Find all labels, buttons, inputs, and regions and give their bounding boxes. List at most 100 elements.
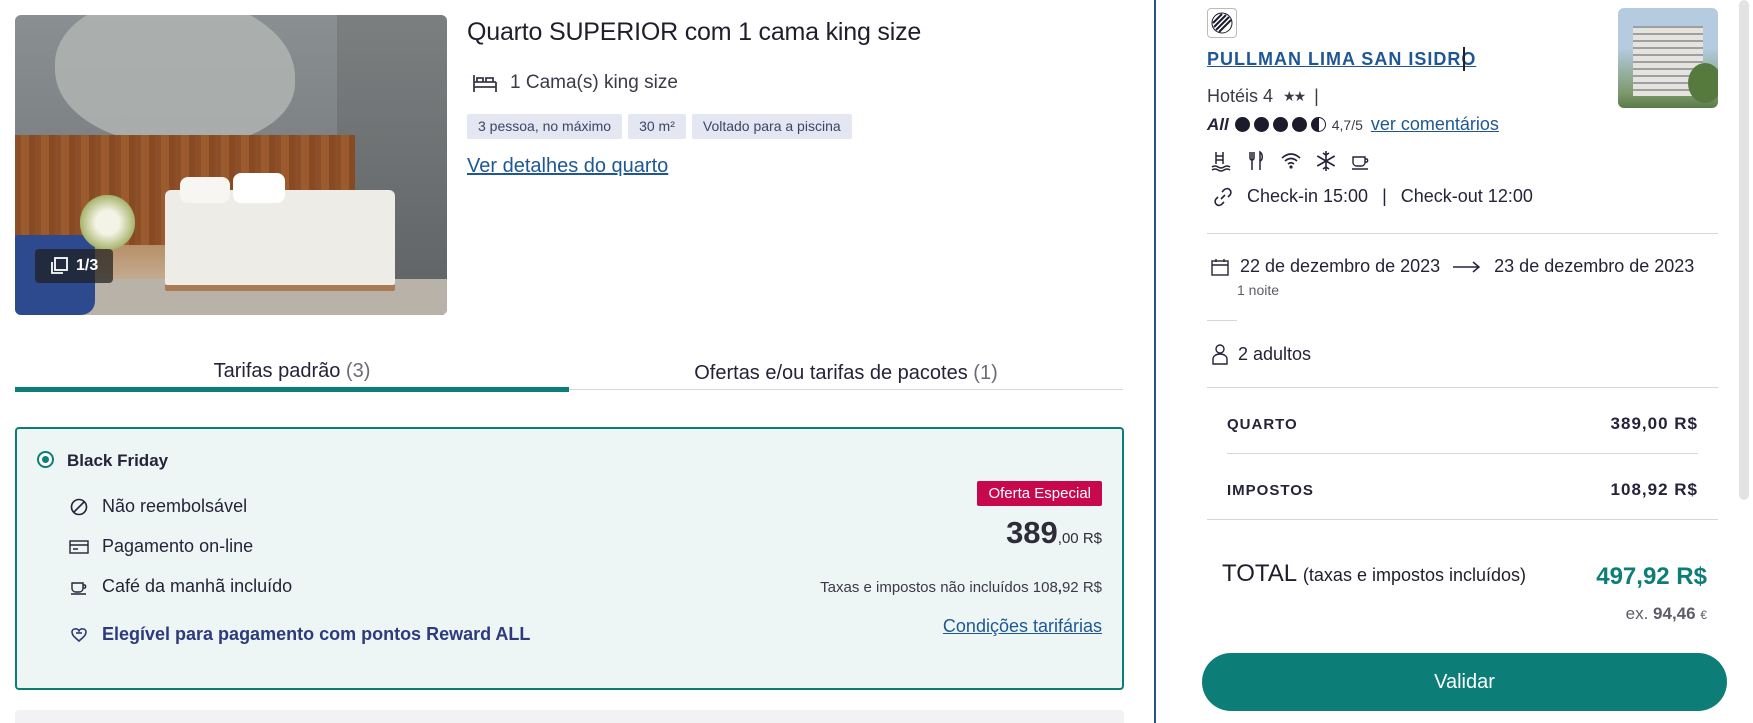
column-divider <box>1154 0 1156 723</box>
divider <box>1207 387 1718 388</box>
excl-currency: € <box>1700 608 1707 622</box>
rating-dot-icon <box>1272 117 1288 132</box>
tab-standard-count: (3) <box>345 360 371 382</box>
room-line-label: QUARTO <box>1227 416 1298 433</box>
arrow-right-icon <box>1453 260 1481 273</box>
photo-pillow <box>180 177 230 203</box>
rate-name: Black Friday <box>67 451 169 470</box>
rating-dot-icon <box>1234 117 1250 132</box>
total-label-text: TOTAL <box>1222 560 1297 587</box>
checkin-time: Check-in 15:00 <box>1247 186 1369 206</box>
rating-half-dot-icon <box>1310 117 1326 132</box>
divider <box>1227 453 1698 454</box>
condition-text: Não reembolsável <box>102 496 248 516</box>
hotel-rating: All 4,7/5 ver comentários <box>1207 114 1499 135</box>
divider <box>1207 320 1237 321</box>
reward-text: Elegível para pagamento com pontos Rewar… <box>102 624 531 644</box>
total-value: 497,92 R$ <box>1596 563 1707 590</box>
reward-icon <box>71 627 87 642</box>
breakfast-icon <box>71 581 87 595</box>
room-tag-view: Voltado para a piscina <box>691 114 852 139</box>
special-offer-badge: Oferta Especial <box>977 481 1102 506</box>
room-line-value: 389,00 R$ <box>1610 414 1698 433</box>
rating-score: 4,7/5 <box>1331 116 1363 133</box>
checkin-checkout: Check-in 15:00 | Check-out 12:00 <box>1213 186 1533 207</box>
photo-flowers <box>80 195 135 250</box>
rate-price: 389,00 R$ <box>1006 515 1102 551</box>
link-icon <box>1214 187 1232 206</box>
hotel-category-text: Hotéis 4 <box>1207 86 1274 106</box>
next-rate-card[interactable] <box>15 710 1124 723</box>
excl-value: ex. 94,46 € <box>1626 604 1707 624</box>
validate-button[interactable]: Validar <box>1202 653 1727 711</box>
hotel-amenities <box>1210 150 1372 172</box>
air-conditioning-icon <box>1316 151 1336 171</box>
nights-count: 1 noite <box>1237 282 1280 298</box>
tab-package-offers[interactable]: Ofertas e/ou tarifas de pacotes (1) <box>569 350 1123 390</box>
room-tag-capacity: 3 pessoa, no máximo <box>467 114 623 139</box>
all-brand-logo: All <box>1207 114 1229 134</box>
rate-radio[interactable] <box>37 451 54 468</box>
photo-counter-text: 1/3 <box>76 257 99 274</box>
guests: 2 adultos <box>1210 343 1311 365</box>
hotel-brand-logo <box>1207 8 1237 38</box>
tab-offers-label: Ofertas e/ou tarifas de pacotes <box>694 362 968 384</box>
tab-standard-rates[interactable]: Tarifas padrão (3) <box>15 348 569 392</box>
gallery-icon <box>51 257 68 274</box>
sidebar-scrollbar[interactable] <box>1739 0 1749 500</box>
hotel-category-separator: | <box>1314 86 1319 106</box>
tab-standard-label: Tarifas padrão <box>213 360 341 382</box>
divider <box>1207 519 1718 520</box>
taxes-line-value: 108,92 R$ <box>1610 480 1698 499</box>
credit-card-icon <box>69 539 89 554</box>
rating-dot-icon <box>1291 117 1307 132</box>
checkin-separator: | <box>1382 186 1387 206</box>
condition-non-refundable: Não reembolsável <box>69 496 247 517</box>
pool-icon <box>1211 152 1231 172</box>
bed-info: 1 Cama(s) king size <box>472 72 678 94</box>
reward-eligibility: Elegível para pagamento com pontos Rewar… <box>69 624 530 645</box>
hotel-name-link[interactable]: PULLMAN LIMA SAN ISIDRO <box>1207 49 1476 70</box>
tax-note: Taxas e impostos não incluídos 108,92 R$ <box>820 579 1102 596</box>
hotel-thumbnail[interactable] <box>1618 8 1718 108</box>
bed-icon <box>473 75 497 92</box>
tax-note-prefix: Taxas e impostos não incluídos 108 <box>820 579 1058 596</box>
excl-prefix: ex. <box>1625 604 1649 623</box>
rate-conditions-link[interactable]: Condições tarifárias <box>943 616 1102 637</box>
price-decimal: ,00 R$ <box>1057 530 1102 547</box>
check-in-date: 22 de dezembro de 2023 <box>1240 256 1441 276</box>
total-label: TOTAL (taxas e impostos incluídos) <box>1222 560 1526 588</box>
text-caret <box>1463 47 1465 71</box>
rate-card[interactable]: Black Friday Não reembolsável Pagamento … <box>15 427 1124 690</box>
price-integer: 389 <box>1006 515 1058 550</box>
condition-text: Pagamento on-line <box>102 536 254 556</box>
condition-breakfast: Café da manhã incluído <box>69 576 292 597</box>
restaurant-icon <box>1249 150 1263 170</box>
tab-offers-count: (1) <box>973 362 998 384</box>
room-details-link[interactable]: Ver detalhes do quarto <box>467 155 668 178</box>
breakfast-icon <box>1352 156 1369 170</box>
tax-note-suffix: 92 R$ <box>1061 579 1102 596</box>
pullman-logo-icon <box>1211 12 1233 34</box>
no-refund-icon <box>70 498 88 515</box>
checkout-time: Check-out 12:00 <box>1400 186 1533 206</box>
wifi-icon <box>1281 153 1301 169</box>
reviews-link[interactable]: ver comentários <box>1371 114 1499 135</box>
room-photo[interactable]: 1/3 <box>15 15 447 315</box>
room-tag-size: 30 m² <box>628 114 686 139</box>
room-tags: 3 pessoa, no máximo 30 m² Voltado para a… <box>467 114 852 139</box>
photo-counter[interactable]: 1/3 <box>35 249 114 283</box>
total-note: (taxas e impostos incluídos) <box>1302 565 1527 585</box>
stay-dates: 22 de dezembro de 2023 23 de dezembro de… <box>1210 256 1694 277</box>
condition-text: Café da manhã incluído <box>102 576 293 596</box>
photo-bed <box>165 190 395 285</box>
hotel-category: Hotéis 4 ★★ | <box>1207 86 1319 107</box>
taxes-line-label: IMPOSTOS <box>1227 482 1314 499</box>
room-title: Quarto SUPERIOR com 1 cama king size <box>467 18 922 46</box>
guests-text: 2 adultos <box>1238 343 1312 364</box>
bed-info-text: 1 Cama(s) king size <box>510 72 678 93</box>
excl-amount: 94,46 <box>1653 604 1696 623</box>
check-out-date: 23 de dezembro de 2023 <box>1494 256 1695 276</box>
rating-dot-icon <box>1253 117 1269 132</box>
divider <box>1207 233 1718 234</box>
